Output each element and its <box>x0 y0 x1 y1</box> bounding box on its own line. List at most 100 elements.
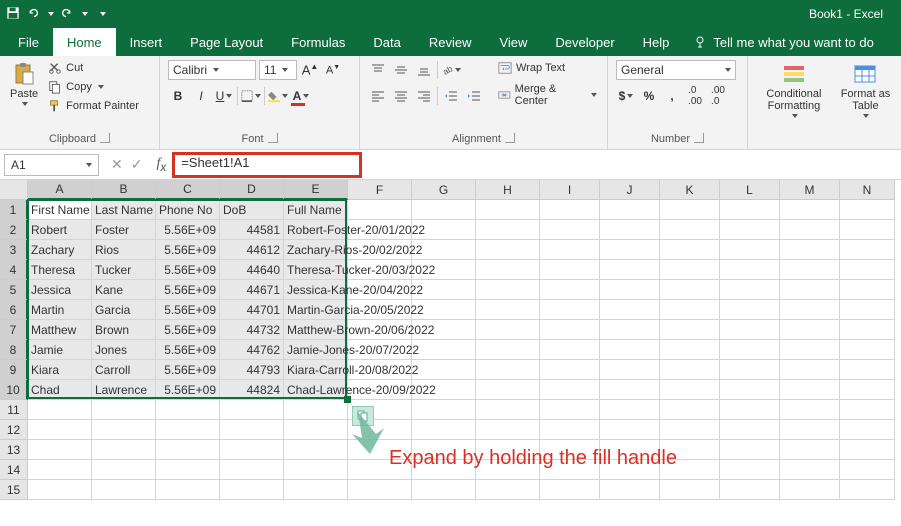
cell[interactable] <box>540 300 600 320</box>
cell[interactable] <box>412 200 476 220</box>
cell[interactable] <box>780 420 840 440</box>
merge-center-button[interactable]: Merge & Center <box>496 82 599 108</box>
cell[interactable] <box>840 480 895 500</box>
enter-icon[interactable]: ✓ <box>131 156 143 173</box>
cell[interactable] <box>660 420 720 440</box>
cell[interactable]: Jessica <box>28 280 92 300</box>
cell[interactable]: Martin-Garcia-20/05/2022 <box>284 300 348 320</box>
col-header[interactable]: E <box>284 180 348 200</box>
cell[interactable] <box>540 400 600 420</box>
cell[interactable] <box>476 260 540 280</box>
cell[interactable]: 5.56E+09 <box>156 240 220 260</box>
row-header[interactable]: 9 <box>0 360 28 380</box>
cell[interactable] <box>600 340 660 360</box>
cell[interactable] <box>660 380 720 400</box>
cell[interactable] <box>660 340 720 360</box>
cell[interactable] <box>720 420 780 440</box>
cell[interactable] <box>476 360 540 380</box>
cell[interactable] <box>720 300 780 320</box>
cell[interactable] <box>600 380 660 400</box>
cell[interactable]: 5.56E+09 <box>156 320 220 340</box>
tab-formulas[interactable]: Formulas <box>277 28 359 56</box>
row-header[interactable]: 4 <box>0 260 28 280</box>
cell[interactable]: 44581 <box>220 220 284 240</box>
cell[interactable]: Foster <box>92 220 156 240</box>
dialog-launcher-icon[interactable] <box>268 133 278 143</box>
cell[interactable] <box>600 260 660 280</box>
row-header[interactable]: 14 <box>0 460 28 480</box>
cell[interactable]: Brown <box>92 320 156 340</box>
fx-icon[interactable]: fx <box>150 156 172 174</box>
cell[interactable] <box>660 480 720 500</box>
underline-icon[interactable]: U <box>214 86 234 106</box>
cell[interactable] <box>220 480 284 500</box>
cell[interactable] <box>720 320 780 340</box>
cell[interactable] <box>412 360 476 380</box>
italic-icon[interactable]: I <box>191 86 211 106</box>
row-header[interactable]: 7 <box>0 320 28 340</box>
cell[interactable] <box>720 460 780 480</box>
name-box[interactable]: A1 <box>4 154 99 176</box>
cell[interactable] <box>660 240 720 260</box>
cell[interactable]: Kiara <box>28 360 92 380</box>
copy-button[interactable]: Copy <box>46 79 141 95</box>
cell[interactable] <box>660 220 720 240</box>
cell[interactable]: 5.56E+09 <box>156 380 220 400</box>
cell[interactable] <box>476 320 540 340</box>
bold-icon[interactable]: B <box>168 86 188 106</box>
tab-view[interactable]: View <box>485 28 541 56</box>
cell[interactable] <box>600 400 660 420</box>
cell[interactable] <box>600 300 660 320</box>
col-header[interactable]: F <box>348 180 412 200</box>
cell[interactable]: 44701 <box>220 300 284 320</box>
cell[interactable] <box>156 480 220 500</box>
cell[interactable] <box>780 220 840 240</box>
cell[interactable] <box>476 200 540 220</box>
cell[interactable] <box>476 420 540 440</box>
cell[interactable] <box>412 480 476 500</box>
cell[interactable] <box>660 320 720 340</box>
cell[interactable] <box>284 480 348 500</box>
dialog-launcher-icon[interactable] <box>100 133 110 143</box>
cell[interactable]: Chad-Lawrence-20/09/2022 <box>284 380 348 400</box>
col-header[interactable]: M <box>780 180 840 200</box>
cell[interactable] <box>284 420 348 440</box>
col-header[interactable]: L <box>720 180 780 200</box>
cell[interactable] <box>28 400 92 420</box>
cell[interactable] <box>840 380 895 400</box>
cell[interactable] <box>540 480 600 500</box>
col-header[interactable]: B <box>92 180 156 200</box>
cell[interactable] <box>220 440 284 460</box>
cell[interactable]: Rios <box>92 240 156 260</box>
cell[interactable] <box>600 240 660 260</box>
col-header[interactable]: I <box>540 180 600 200</box>
row-header[interactable]: 3 <box>0 240 28 260</box>
redo-icon[interactable] <box>60 6 74 23</box>
cell[interactable] <box>780 320 840 340</box>
cell[interactable]: First Name <box>28 200 92 220</box>
cell[interactable]: Carroll <box>92 360 156 380</box>
cell[interactable]: 44824 <box>220 380 284 400</box>
cell[interactable] <box>840 340 895 360</box>
cell[interactable]: Kane <box>92 280 156 300</box>
cell[interactable] <box>780 400 840 420</box>
cell[interactable] <box>720 220 780 240</box>
cell[interactable]: Zachary <box>28 240 92 260</box>
cell[interactable]: Kiara-Carroll-20/08/2022 <box>284 360 348 380</box>
cell[interactable] <box>780 240 840 260</box>
cell[interactable] <box>780 480 840 500</box>
row-header[interactable]: 10 <box>0 380 28 400</box>
col-header[interactable]: J <box>600 180 660 200</box>
cell[interactable]: Full Name <box>284 200 348 220</box>
cell[interactable] <box>92 480 156 500</box>
cell[interactable] <box>840 280 895 300</box>
font-name-combo[interactable]: Calibri <box>168 60 256 80</box>
cell[interactable] <box>284 440 348 460</box>
cell[interactable]: Lawrence <box>92 380 156 400</box>
cell[interactable]: 44793 <box>220 360 284 380</box>
cell[interactable] <box>92 440 156 460</box>
row-header[interactable]: 15 <box>0 480 28 500</box>
tab-insert[interactable]: Insert <box>116 28 177 56</box>
tab-developer[interactable]: Developer <box>541 28 628 56</box>
cell[interactable] <box>348 200 412 220</box>
